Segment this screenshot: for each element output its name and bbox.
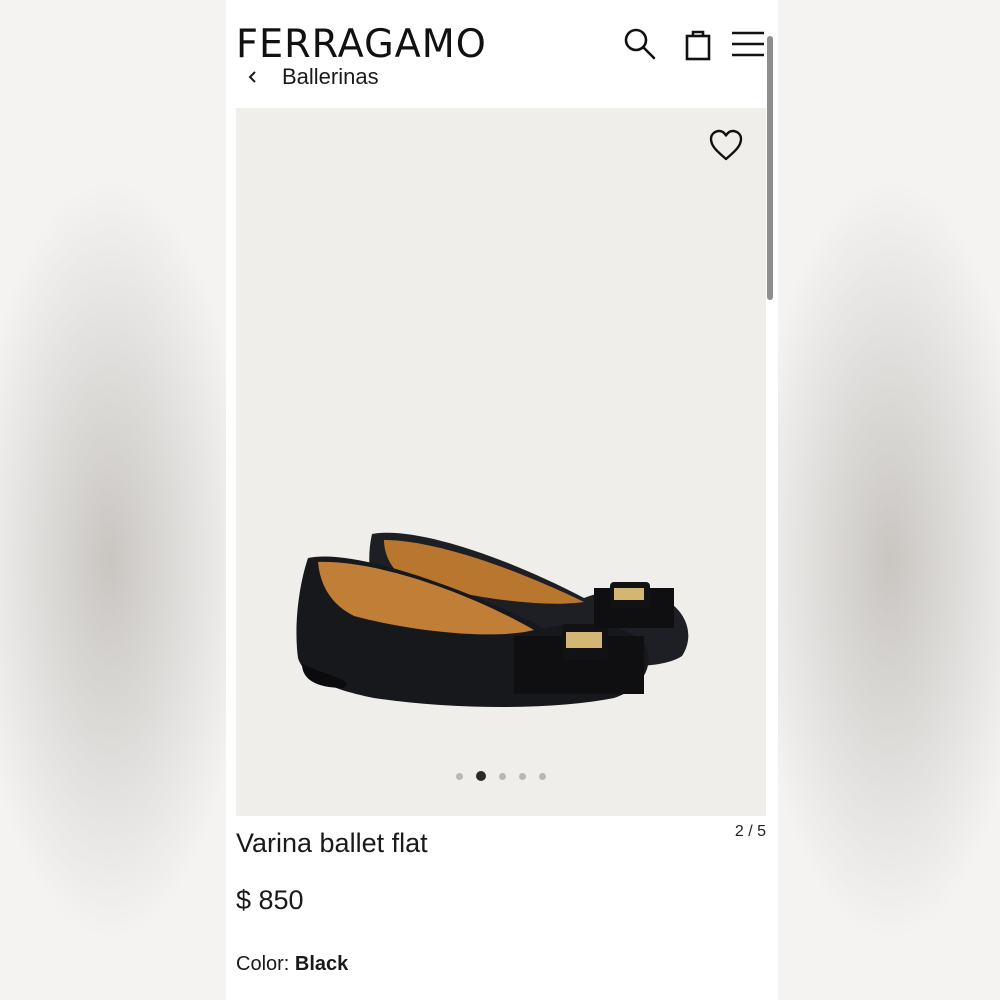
carousel-indicators[interactable] — [236, 771, 766, 781]
image-counter: 2 / 5 — [734, 823, 766, 840]
color-label: Color: — [236, 953, 290, 975]
color-selector: Color: Black — [236, 951, 348, 977]
menu-icon[interactable] — [730, 26, 766, 62]
carousel-dot[interactable] — [519, 772, 526, 780]
carousel-dot[interactable] — [456, 772, 463, 780]
carousel-dot-active[interactable] — [476, 771, 486, 781]
color-value: Black — [294, 953, 349, 975]
breadcrumb-label[interactable]: Ballerinas — [282, 64, 379, 90]
heart-icon[interactable] — [708, 128, 744, 162]
chevron-left-icon[interactable] — [246, 70, 260, 84]
product-image-gallery[interactable] — [236, 108, 766, 816]
product-title: Varina ballet flat — [236, 828, 428, 858]
product-price: $ 850 — [236, 885, 304, 915]
carousel-dot[interactable] — [539, 772, 546, 780]
product-image — [294, 528, 714, 718]
search-icon[interactable] — [622, 26, 658, 62]
carousel-dot[interactable] — [499, 772, 506, 780]
breadcrumb[interactable]: Ballerinas — [246, 60, 379, 94]
bag-icon[interactable] — [680, 26, 716, 62]
mobile-page: FERRAGAMO Ballerinas 2 / 5 Varina ballet… — [226, 0, 778, 1000]
scrollbar[interactable] — [767, 36, 773, 300]
